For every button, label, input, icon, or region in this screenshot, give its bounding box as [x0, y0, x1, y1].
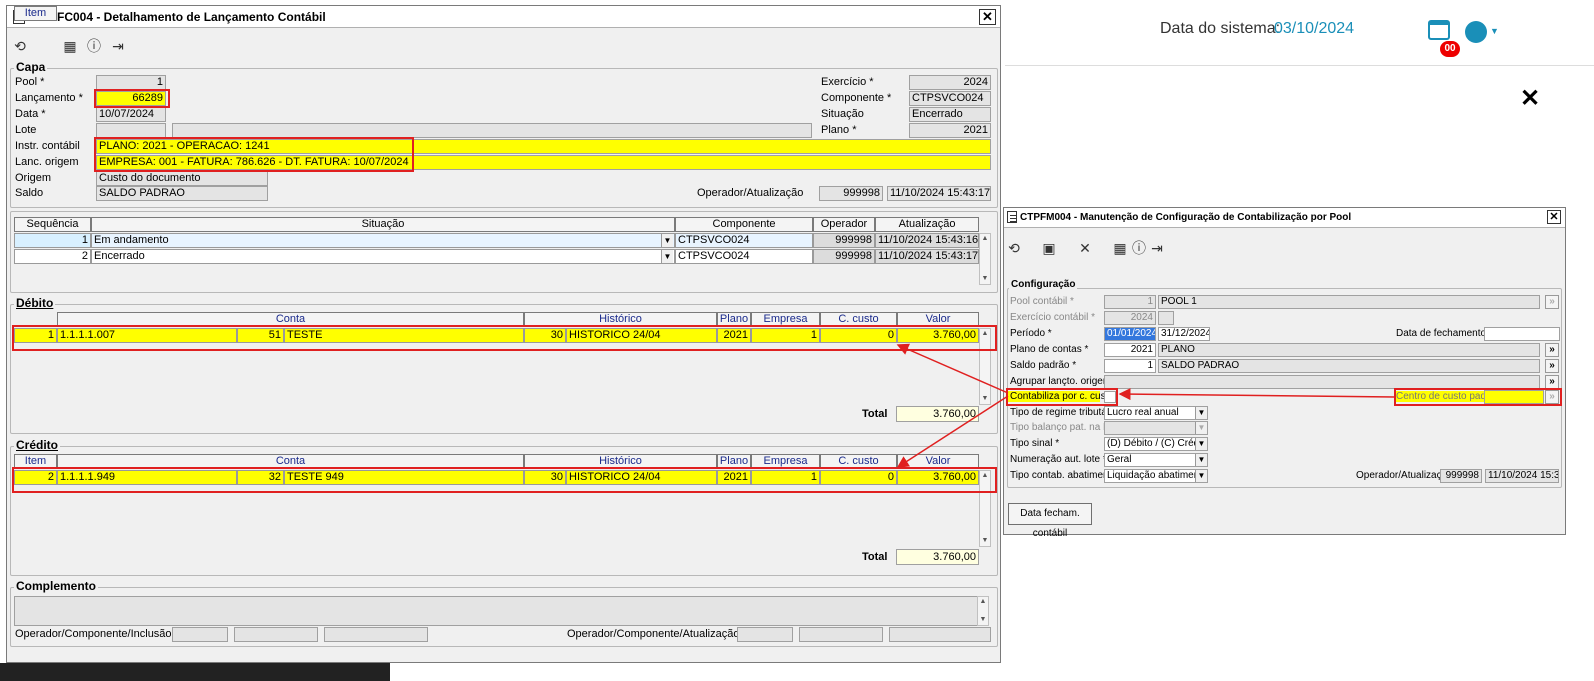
- arrow-to-debito: [896, 343, 1009, 394]
- arrow-to-credito: [896, 395, 1009, 468]
- arrow-to-contabiliza: [1118, 388, 1396, 401]
- annotation-arrows: [896, 343, 1396, 468]
